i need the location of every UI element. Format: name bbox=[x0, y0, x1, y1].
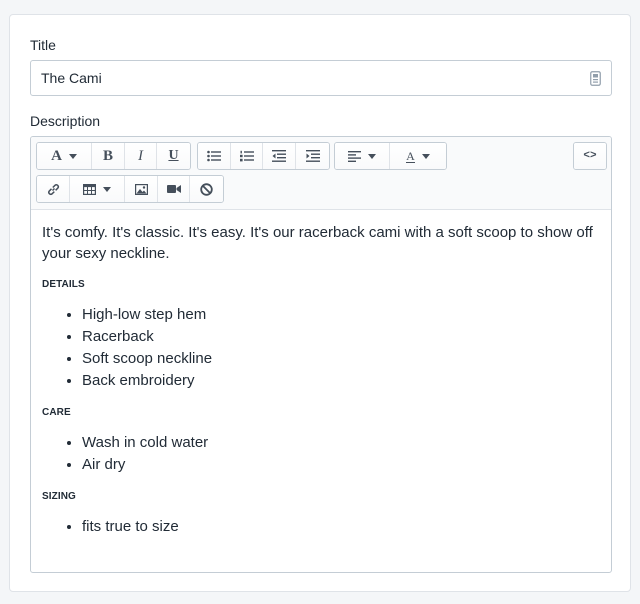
sizing-list: fits true to size bbox=[42, 516, 600, 538]
details-list: High-low step hem Racerback Soft scoop n… bbox=[42, 304, 600, 392]
list-group bbox=[197, 142, 330, 170]
clear-formatting-button[interactable] bbox=[190, 176, 223, 202]
source-group: <> bbox=[573, 142, 607, 170]
image-icon bbox=[134, 183, 148, 195]
section-heading-sizing: SIZING bbox=[42, 491, 76, 502]
chevron-down-icon bbox=[368, 153, 376, 159]
title-value: The Cami bbox=[41, 70, 102, 86]
align-left-icon bbox=[348, 150, 361, 162]
underline-button[interactable]: U bbox=[157, 143, 190, 169]
link-icon bbox=[47, 183, 59, 195]
font-icon: A bbox=[51, 147, 62, 164]
italic-button[interactable]: I bbox=[125, 143, 157, 169]
list-item: Soft scoop neckline bbox=[82, 348, 600, 370]
description-label: Description bbox=[30, 113, 101, 129]
section-heading-care: CARE bbox=[42, 407, 71, 418]
list-item: Wash in cold water bbox=[82, 432, 600, 454]
numbered-list-icon bbox=[239, 150, 254, 162]
list-item: Air dry bbox=[82, 454, 600, 476]
list-item: Back embroidery bbox=[82, 370, 600, 392]
table-icon bbox=[83, 183, 96, 195]
numbered-list-button[interactable] bbox=[231, 143, 263, 169]
list-item: High-low step hem bbox=[82, 304, 600, 326]
product-card: Title The Cami Description A B I U A <> … bbox=[9, 14, 631, 592]
outdent-icon bbox=[272, 150, 286, 162]
indent-button[interactable] bbox=[296, 143, 329, 169]
list-item: Racerback bbox=[82, 326, 600, 348]
text-color-dropdown[interactable]: A bbox=[390, 143, 446, 169]
title-input[interactable]: The Cami bbox=[30, 60, 612, 96]
insert-group bbox=[36, 175, 224, 203]
title-label: Title bbox=[30, 37, 56, 53]
chevron-down-icon bbox=[68, 153, 77, 159]
editor-toolbar: A B I U A <> bbox=[31, 137, 611, 210]
text-color-icon: A bbox=[406, 148, 415, 163]
italic-icon: I bbox=[138, 147, 143, 164]
align-dropdown[interactable] bbox=[335, 143, 390, 169]
html-source-button[interactable]: <> bbox=[574, 143, 606, 169]
chevron-down-icon bbox=[103, 186, 111, 192]
indent-icon bbox=[305, 150, 320, 162]
insert-link-button[interactable] bbox=[37, 176, 70, 202]
video-icon bbox=[166, 185, 181, 193]
underline-icon: U bbox=[168, 148, 179, 163]
insert-image-button[interactable] bbox=[125, 176, 158, 202]
font-style-group: A B I U bbox=[36, 142, 191, 170]
bulleted-list-icon bbox=[207, 150, 221, 162]
insert-table-dropdown[interactable] bbox=[70, 176, 125, 202]
contact-card-icon bbox=[589, 70, 601, 86]
care-list: Wash in cold water Air dry bbox=[42, 432, 600, 476]
block-icon bbox=[200, 182, 213, 196]
chevron-down-icon bbox=[421, 153, 430, 159]
section-heading-details: DETAILS bbox=[42, 279, 85, 290]
font-style-dropdown[interactable]: A bbox=[37, 143, 92, 169]
code-icon: <> bbox=[583, 150, 597, 162]
insert-video-button[interactable] bbox=[158, 176, 190, 202]
bold-button[interactable]: B bbox=[92, 143, 125, 169]
rich-text-editor[interactable]: A B I U A <> It's comfy. It's classic. I… bbox=[30, 136, 612, 573]
intro-paragraph: It's comfy. It's classic. It's easy. It'… bbox=[42, 224, 593, 262]
outdent-button[interactable] bbox=[263, 143, 296, 169]
list-item: fits true to size bbox=[82, 516, 600, 538]
bold-icon: B bbox=[102, 147, 113, 164]
editor-content[interactable]: It's comfy. It's classic. It's easy. It'… bbox=[31, 210, 611, 538]
bulleted-list-button[interactable] bbox=[198, 143, 231, 169]
format-group: A bbox=[334, 142, 447, 170]
